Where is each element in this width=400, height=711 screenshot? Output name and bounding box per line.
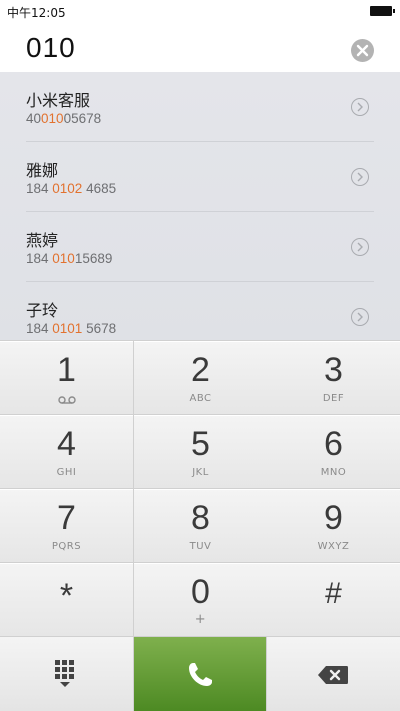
key-4[interactable]: 4 GHI	[0, 415, 133, 488]
key-hash[interactable]: #	[267, 563, 400, 636]
chevron-right-icon[interactable]	[351, 98, 369, 116]
contact-results-list: 小米客服 4001005678 雅娜 184 0102 4685 燕婷 184 …	[0, 72, 400, 340]
contact-number: 184 01015689	[26, 251, 113, 266]
battery-icon	[370, 6, 395, 16]
contact-row[interactable]: 燕婷 184 01015689	[0, 212, 400, 282]
key-9[interactable]: 9 WXYZ	[267, 489, 400, 562]
dialpad-icon	[55, 660, 74, 687]
dialpad-toggle-button[interactable]	[0, 637, 133, 711]
clear-icon[interactable]	[351, 39, 374, 62]
contact-number: 184 0102 4685	[26, 181, 117, 196]
bottom-action-bar	[0, 636, 400, 711]
contact-row[interactable]: 雅娜 184 0102 4685	[0, 142, 400, 212]
key-7[interactable]: 7 PQRS	[0, 489, 133, 562]
contact-name: 燕婷	[26, 231, 59, 250]
delete-button[interactable]	[267, 637, 400, 711]
dial-keypad: 1 2 ABC 3 DEF 4 GHI 5 JKL 6 MNO 7 PQRS 8…	[0, 340, 400, 636]
backspace-icon	[318, 666, 348, 684]
contact-name: 小米客服	[26, 91, 91, 110]
contact-name: 子玲	[26, 301, 59, 320]
contact-number: 184 0101 5678	[26, 321, 117, 336]
contact-row[interactable]: 子玲 184 0101 5678	[0, 282, 400, 340]
key-8[interactable]: 8 TUV	[134, 489, 267, 562]
dialed-number[interactable]: 010	[26, 32, 76, 64]
key-1[interactable]: 1	[0, 341, 133, 414]
key-3[interactable]: 3 DEF	[267, 341, 400, 414]
key-6[interactable]: 6 MNO	[267, 415, 400, 488]
key-2[interactable]: 2 ABC	[134, 341, 267, 414]
status-bar: 中午12:05	[0, 0, 400, 22]
phone-icon	[189, 663, 212, 686]
call-button[interactable]	[134, 637, 266, 711]
contact-row[interactable]: 小米客服 4001005678	[0, 72, 400, 142]
dial-input-bar: 010	[0, 22, 400, 72]
chevron-right-icon[interactable]	[351, 168, 369, 186]
status-time: 中午12:05	[7, 6, 66, 20]
contact-number: 4001005678	[26, 111, 102, 126]
key-star[interactable]: *	[0, 563, 133, 636]
key-0[interactable]: 0 +	[134, 563, 267, 636]
chevron-right-icon[interactable]	[351, 238, 369, 256]
contact-name: 雅娜	[26, 161, 59, 180]
key-5[interactable]: 5 JKL	[134, 415, 267, 488]
chevron-right-icon[interactable]	[351, 308, 369, 326]
voicemail-icon	[58, 396, 76, 404]
